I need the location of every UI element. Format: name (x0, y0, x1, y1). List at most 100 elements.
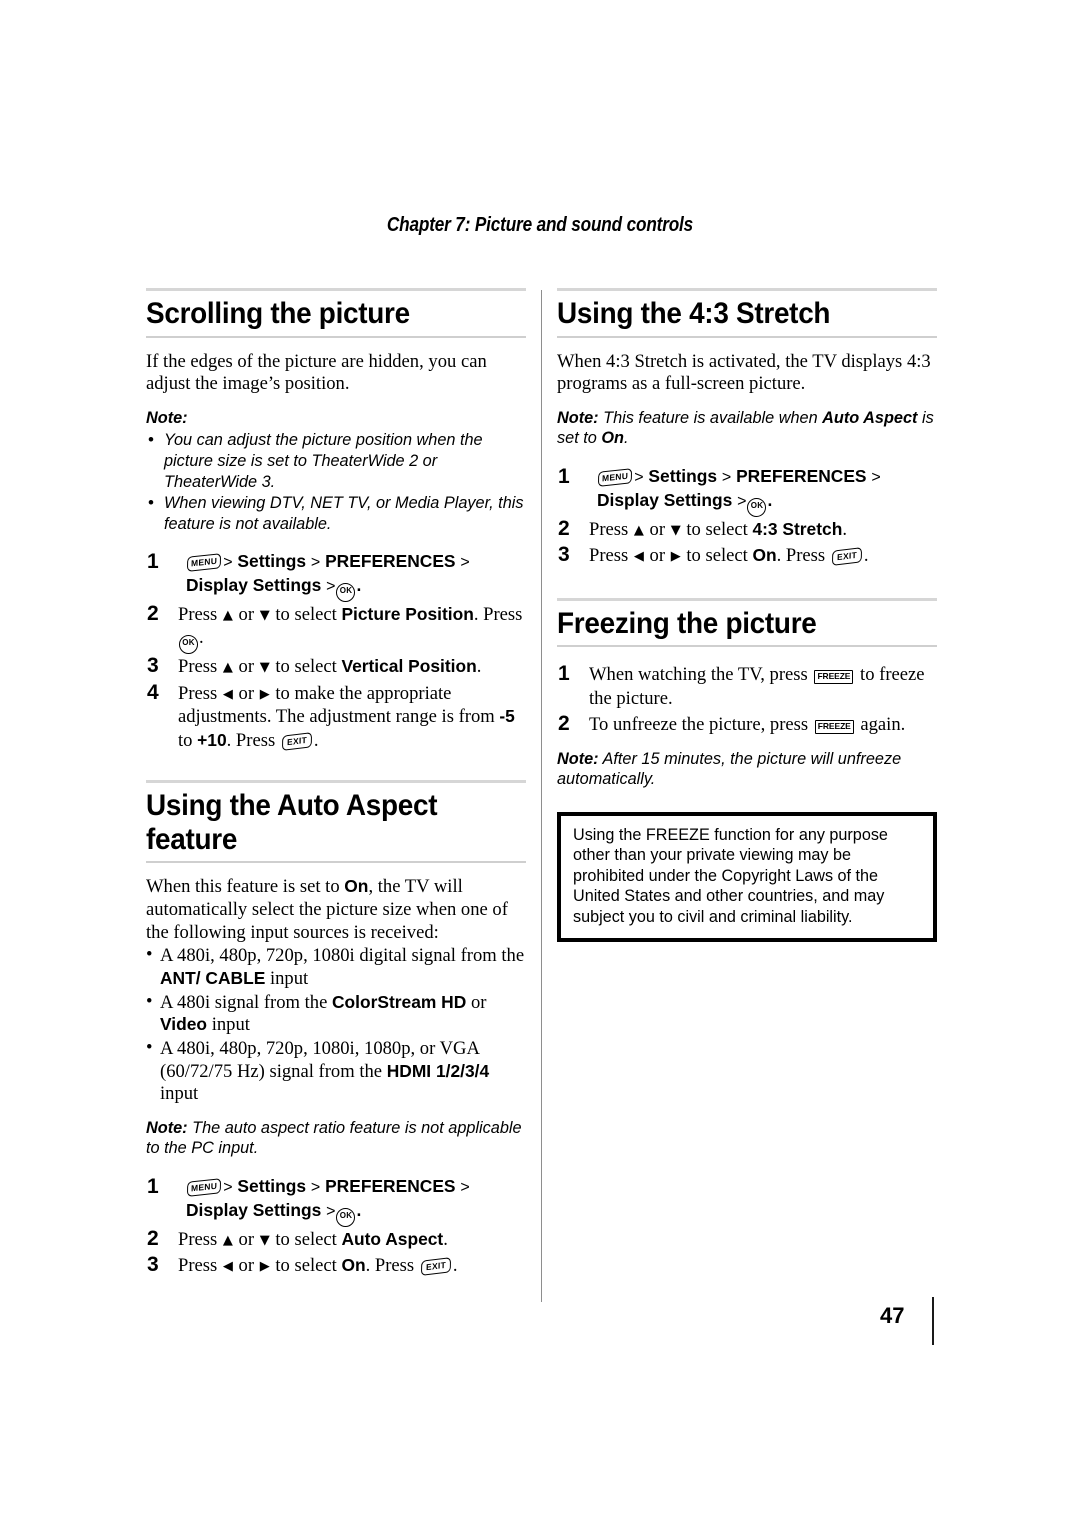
right-arrow-icon: ▶ (670, 549, 681, 565)
path-separator-icon: > (721, 469, 732, 486)
note-label: Note: (557, 749, 599, 768)
menu-key-icon[interactable]: MENU (597, 468, 633, 488)
document-page: Chapter 7: Picture and sound controls Sc… (0, 0, 1080, 1528)
note-label: Note: (557, 408, 599, 427)
ok-key-icon[interactable]: OK (179, 635, 198, 655)
menu-item-43-stretch: 4:3 Stretch (752, 518, 843, 539)
section-freezing-the-picture: Freezing the picture When watching the T… (557, 597, 937, 943)
footer-marker-bar (932, 1297, 934, 1345)
path-display-settings: Display Settings (186, 574, 322, 595)
path-settings: Settings (648, 466, 718, 486)
down-arrow-icon: ▼ (259, 660, 270, 676)
step-set-on: Press ◀ or ▶ to select On. Press EXIT. (147, 1252, 458, 1279)
section-43-stretch: Using the 4:3 Stretch When 4:3 Stretch i… (557, 288, 937, 569)
heading-rule-bottom (557, 645, 937, 648)
path-separator-icon: > (310, 554, 321, 572)
source-item: A 480i, 480p, 720p, 1080i digital signal… (146, 944, 526, 990)
exit-key-icon[interactable]: EXIT (831, 547, 862, 567)
feature-auto-aspect: Auto Aspect (822, 408, 918, 427)
scrolling-note-label-line: Note: (146, 408, 526, 429)
note-bullet: You can adjust the picture position when… (146, 429, 526, 492)
auto-aspect-steps: MENU > Settings > PREFERENCES > Display S… (146, 1173, 526, 1279)
stretch-note: Note: This feature is available when Aut… (557, 408, 934, 448)
range-min: -5 (499, 706, 515, 727)
freeze-key-icon[interactable]: FREEZE (814, 669, 854, 684)
exit-key-icon[interactable]: EXIT (281, 731, 312, 751)
page-number: 47 (880, 1303, 905, 1328)
freezing-note: Note: After 15 minutes, the picture will… (557, 749, 902, 789)
stretch-steps: MENU > Settings > PREFERENCES > Display S… (557, 463, 937, 569)
scrolling-note-bullets: You can adjust the picture position when… (146, 429, 526, 534)
left-arrow-icon: ◀ (222, 1259, 233, 1275)
section-heading-43-stretch: Using the 4:3 Stretch (557, 297, 831, 330)
path-settings: Settings (237, 551, 307, 572)
path-separator-icon: > (223, 1179, 233, 1196)
path-preferences: PREFERENCES (325, 551, 456, 572)
heading-rule-top (557, 597, 937, 601)
value-on: On (752, 545, 777, 566)
path-preferences: PREFERENCES (325, 1176, 456, 1196)
down-arrow-icon: ▼ (259, 607, 270, 623)
section-auto-aspect: Using the Auto Aspect feature When this … (146, 780, 526, 1279)
step-select-picture-position: Press ▲ or ▼ to select Picture Position.… (146, 601, 526, 655)
step-menu-path: MENU > Settings > PREFERENCES > Display S… (146, 548, 526, 602)
up-arrow-icon: ▲ (222, 1232, 233, 1248)
auto-aspect-intro: When this feature is set to On, the TV w… (146, 876, 508, 943)
note-label: Note: (146, 1118, 188, 1137)
up-arrow-icon: ▲ (222, 607, 233, 623)
step-adjust-range: Press ◀ or ▶ to make the appropriate adj… (147, 680, 515, 751)
range-max: +10 (197, 729, 227, 750)
ok-key-icon[interactable]: OK (747, 497, 767, 517)
menu-item-vertical-position: Vertical Position (341, 656, 477, 677)
path-separator-icon: > (460, 554, 470, 572)
menu-key-icon[interactable]: MENU (186, 1178, 222, 1198)
copyright-warning-box: Using the FREEZE function for any purpos… (557, 811, 937, 943)
chapter-running-head: Chapter 7: Picture and sound controls (386, 214, 694, 236)
path-separator-icon: > (326, 1202, 336, 1220)
input-colorstream-hd: ColorStream HD (331, 991, 467, 1012)
value-on: On (341, 1255, 366, 1276)
exit-key-icon[interactable]: EXIT (420, 1257, 451, 1277)
bold-term: TheaterWide 2 (311, 452, 419, 470)
step-freeze-picture: When watching the TV, press FREEZE to fr… (558, 661, 925, 709)
input-ant-cable: ANT/ CABLE (160, 967, 266, 988)
freezing-steps: When watching the TV, press FREEZE to fr… (557, 661, 937, 738)
path-separator-icon: > (634, 469, 644, 486)
right-arrow-icon: ▶ (259, 686, 270, 702)
note-label: Note: (146, 408, 188, 427)
ok-key-icon[interactable]: OK (336, 582, 356, 602)
column-divider (541, 290, 542, 1302)
menu-item-picture-position: Picture Position (341, 603, 474, 624)
freeze-key-icon[interactable]: FREEZE (814, 719, 854, 734)
bold-term: TheaterWide 3 (164, 472, 271, 491)
down-arrow-icon: ▼ (259, 1232, 270, 1248)
path-display-settings: Display Settings (186, 1199, 322, 1220)
value-on: On (344, 876, 369, 897)
step-select-vertical-position: Press ▲ or ▼ to select Vertical Position… (147, 653, 482, 680)
path-settings: Settings (237, 1176, 307, 1196)
section-heading-freezing: Freezing the picture (557, 606, 817, 640)
path-separator-icon: > (326, 577, 336, 595)
source-item: A 480i signal from the ColorStream HD or… (146, 991, 526, 1037)
input-hdmi: HDMI 1/2/3/4 (386, 1060, 490, 1081)
step-select-auto-aspect: Press ▲ or ▼ to select Auto Aspect. (147, 1226, 448, 1253)
heading-rule-bottom (146, 861, 526, 864)
step-select-43-stretch: Press ▲ or ▼ to select 4:3 Stretch. (558, 516, 847, 543)
down-arrow-icon: ▼ (670, 522, 681, 538)
source-item: A 480i, 480p, 720p, 1080i, 1080p, or VGA… (146, 1037, 526, 1106)
left-arrow-icon: ◀ (633, 549, 644, 565)
ok-key-icon[interactable]: OK (336, 1207, 356, 1227)
section-heading-auto-aspect: Using the Auto Aspect feature (146, 789, 438, 856)
note-bullet: When viewing DTV, NET TV, or Media Playe… (146, 492, 526, 534)
section-scrolling-the-picture: Scrolling the picture If the edges of th… (146, 288, 526, 752)
copyright-warning-text: Using the FREEZE function for any purpos… (573, 825, 888, 926)
section-heading-scrolling: Scrolling the picture (146, 297, 410, 330)
path-display-settings: Display Settings (597, 489, 733, 510)
heading-rule-top (557, 288, 937, 291)
heading-rule-top (146, 780, 526, 784)
step-set-on: Press ◀ or ▶ to select On. Press EXIT. (558, 542, 869, 569)
heading-rule-bottom (146, 335, 526, 338)
scrolling-intro-paragraph: If the edges of the picture are hidden, … (146, 350, 487, 395)
left-arrow-icon: ◀ (222, 686, 233, 702)
menu-key-icon[interactable]: MENU (186, 553, 222, 573)
